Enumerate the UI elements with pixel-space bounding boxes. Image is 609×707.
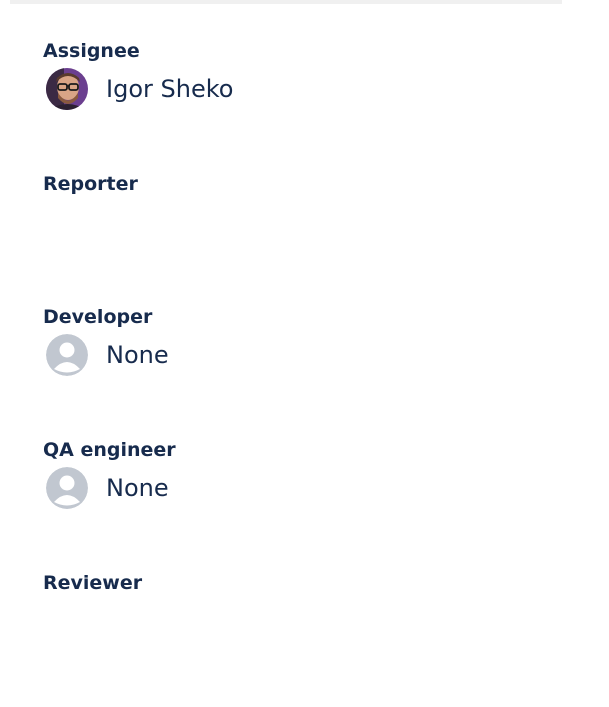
reporter-value[interactable] bbox=[43, 200, 343, 244]
assignee-field: Assignee Igor Sheko bbox=[43, 39, 543, 123]
reporter-label: Reporter bbox=[43, 173, 138, 195]
default-user-icon bbox=[46, 334, 88, 376]
top-divider bbox=[10, 0, 562, 4]
assignee-value[interactable]: Igor Sheko bbox=[43, 67, 233, 111]
default-user-icon bbox=[46, 467, 88, 509]
qa-engineer-name: None bbox=[106, 474, 169, 502]
developer-value[interactable]: None bbox=[43, 333, 169, 377]
reporter-field: Reporter bbox=[43, 172, 543, 256]
developer-label: Developer bbox=[43, 306, 153, 328]
qa-engineer-label: QA engineer bbox=[43, 439, 176, 461]
reviewer-label: Reviewer bbox=[43, 572, 143, 594]
assignee-label: Assignee bbox=[43, 40, 140, 62]
assignee-name: Igor Sheko bbox=[106, 75, 234, 103]
user-avatar-icon bbox=[46, 68, 88, 110]
developer-name: None bbox=[106, 341, 169, 369]
qa-engineer-value[interactable]: None bbox=[43, 466, 169, 510]
developer-field: Developer None bbox=[43, 305, 543, 389]
reviewer-value[interactable] bbox=[43, 599, 343, 643]
qa-engineer-field: QA engineer None bbox=[43, 438, 543, 522]
reviewer-field: Reviewer bbox=[43, 571, 543, 655]
